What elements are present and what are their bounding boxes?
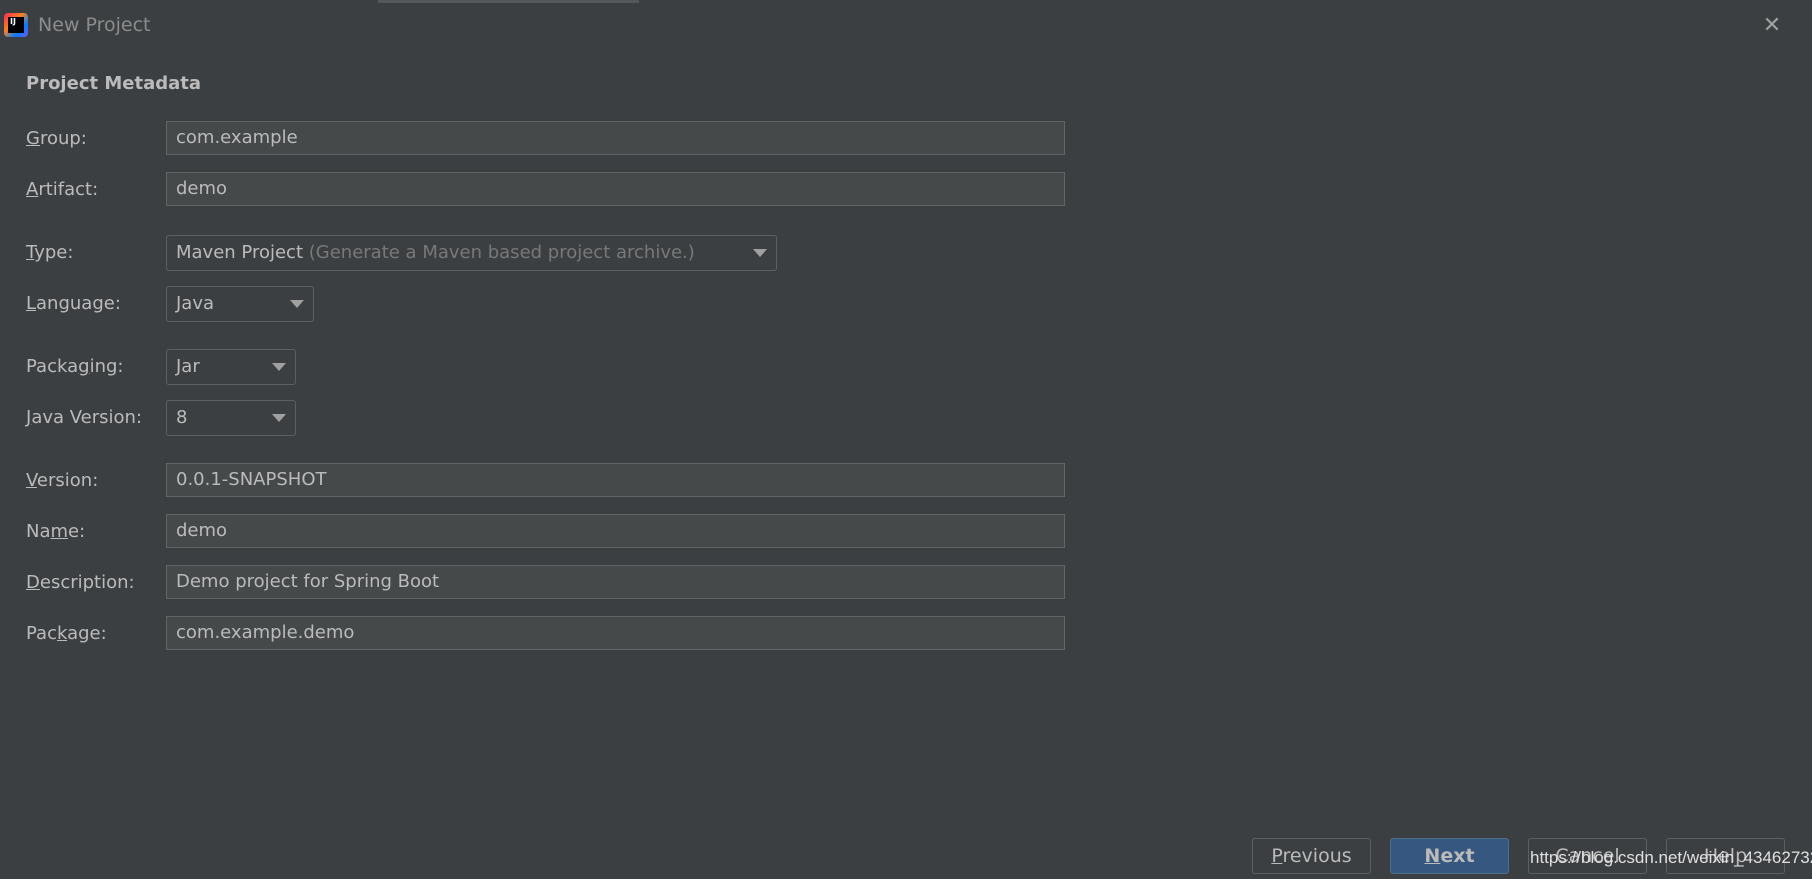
java-version-value: 8 bbox=[176, 407, 188, 428]
type-label: Type: bbox=[26, 242, 74, 263]
chevron-down-icon bbox=[272, 414, 286, 422]
version-input[interactable]: 0.0.1-SNAPSHOT bbox=[166, 463, 1065, 497]
version-label: Version: bbox=[26, 470, 99, 491]
description-label: Description: bbox=[26, 572, 135, 593]
package-input[interactable]: com.example.demo bbox=[166, 616, 1065, 650]
packaging-value: Jar bbox=[176, 356, 200, 377]
intellij-logo-icon: IJ bbox=[4, 13, 28, 37]
watermark: https://blog.csdn.net/weixin_43462732 bbox=[1530, 848, 1812, 867]
group-input[interactable]: com.example bbox=[166, 121, 1065, 155]
previous-button[interactable]: Previous bbox=[1252, 838, 1371, 874]
chevron-down-icon bbox=[290, 300, 304, 308]
java-version-dropdown[interactable]: 8 bbox=[166, 400, 296, 436]
chevron-down-icon bbox=[272, 363, 286, 371]
description-input[interactable]: Demo project for Spring Boot bbox=[166, 565, 1065, 599]
chevron-down-icon bbox=[753, 249, 767, 257]
packaging-dropdown[interactable]: Jar bbox=[166, 349, 296, 385]
name-label: Name: bbox=[26, 521, 86, 542]
artifact-input[interactable]: demo bbox=[166, 172, 1065, 206]
package-label: Package: bbox=[26, 623, 107, 644]
close-icon[interactable]: ✕ bbox=[1760, 14, 1784, 38]
title-bar: IJ New Project ✕ bbox=[0, 0, 1812, 52]
type-dropdown[interactable]: Maven Project (Generate a Maven based pr… bbox=[166, 235, 777, 271]
packaging-label: Packaging: bbox=[26, 356, 124, 377]
type-value: Maven Project bbox=[176, 242, 304, 263]
type-hint: (Generate a Maven based project archive.… bbox=[308, 242, 695, 263]
language-label: Language: bbox=[26, 293, 121, 314]
language-dropdown[interactable]: Java bbox=[166, 286, 314, 322]
section-title: Project Metadata bbox=[26, 73, 202, 94]
name-input[interactable]: demo bbox=[166, 514, 1065, 548]
artifact-label: Artifact: bbox=[26, 179, 99, 200]
next-button[interactable]: Next bbox=[1390, 838, 1509, 874]
group-label: Group: bbox=[26, 128, 87, 149]
window-title: New Project bbox=[38, 14, 151, 36]
language-value: Java bbox=[176, 293, 215, 314]
java-version-label: Java Version: bbox=[26, 407, 143, 428]
